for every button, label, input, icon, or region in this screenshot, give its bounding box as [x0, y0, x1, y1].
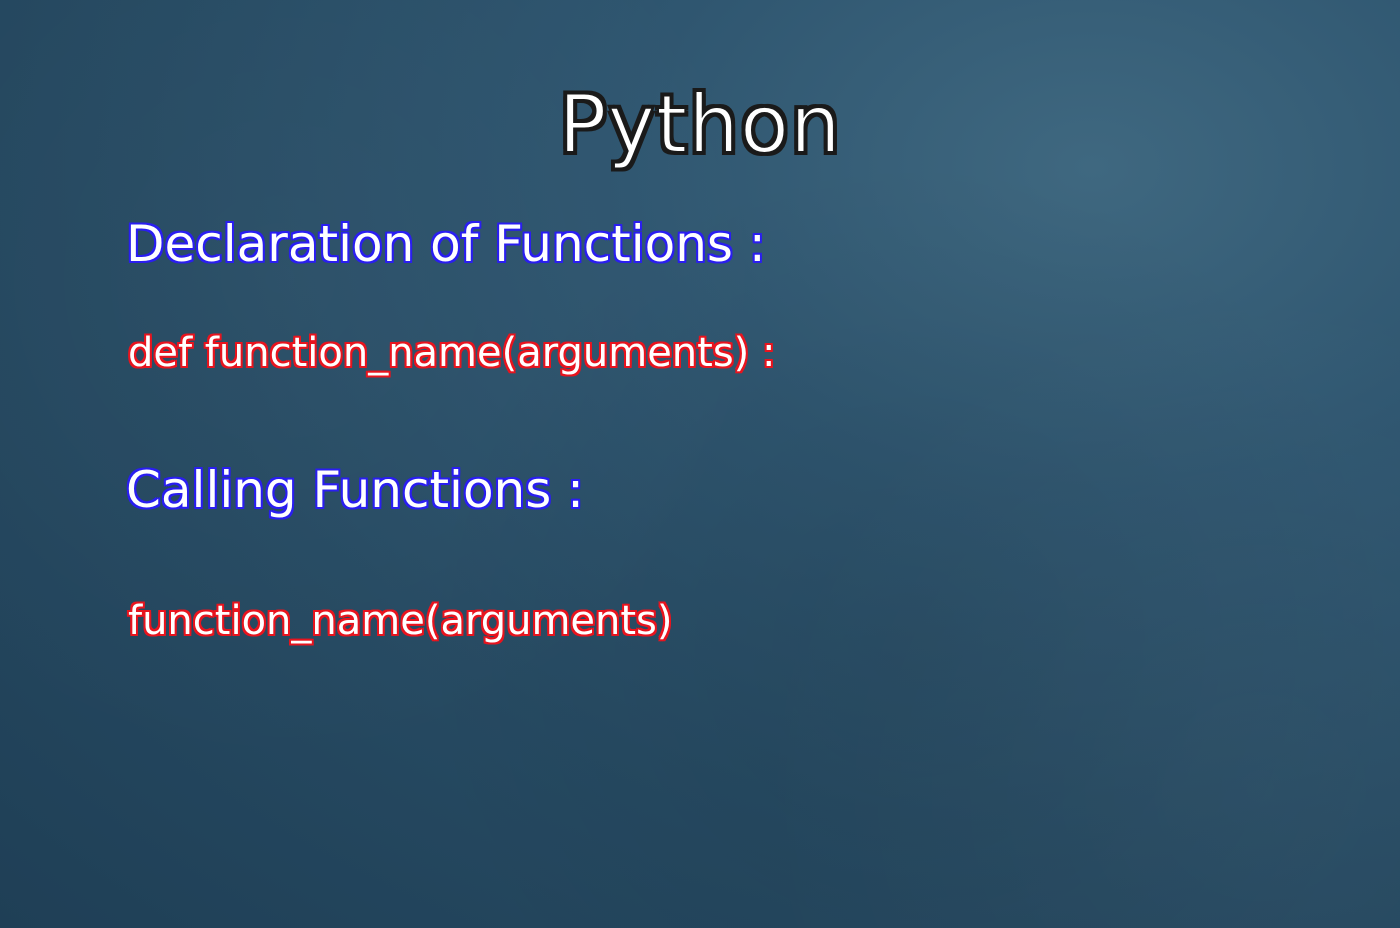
page-title: Python — [557, 77, 842, 172]
declaration-code: def function_name(arguments) : — [128, 330, 776, 376]
declaration-heading: Declaration of Functions : — [126, 215, 766, 273]
calling-heading: Calling Functions : — [126, 461, 585, 519]
calling-code: function_name(arguments) — [128, 598, 673, 644]
